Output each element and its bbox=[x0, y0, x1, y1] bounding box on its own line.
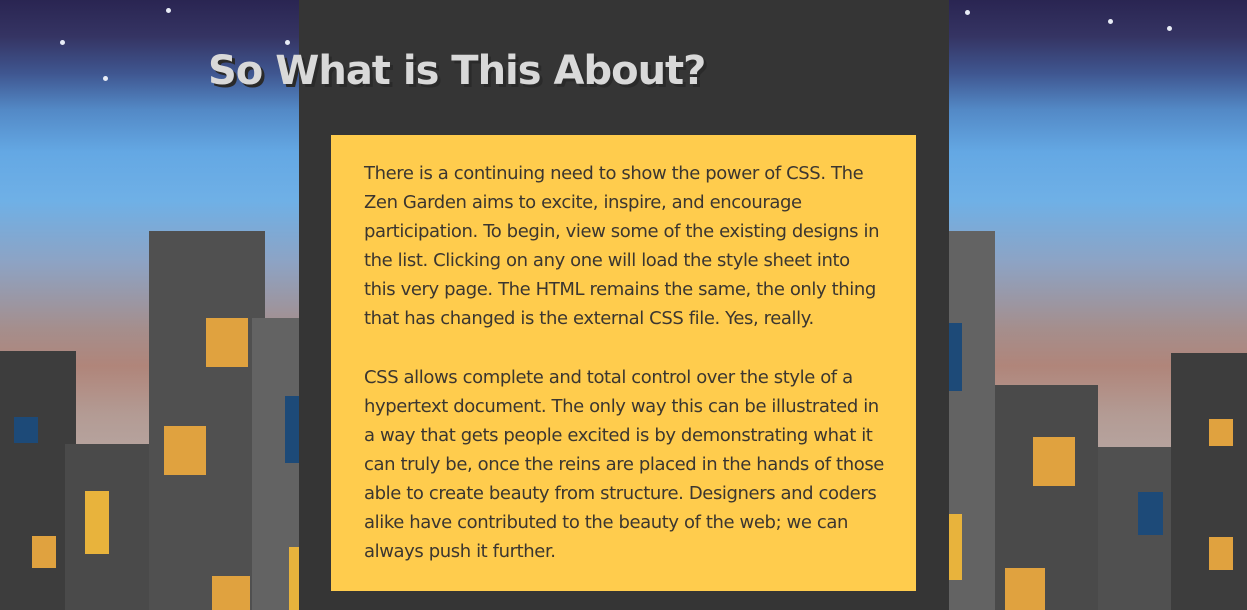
building-window bbox=[1209, 537, 1233, 570]
building-window bbox=[289, 547, 299, 610]
building-window bbox=[1005, 568, 1045, 610]
paragraph: CSS allows complete and total control ov… bbox=[364, 367, 884, 562]
building bbox=[149, 231, 265, 610]
building-window bbox=[206, 318, 248, 367]
building bbox=[1171, 353, 1247, 610]
building-window bbox=[164, 426, 206, 475]
star bbox=[103, 76, 108, 81]
building-window bbox=[1209, 419, 1233, 446]
building-window bbox=[85, 491, 109, 554]
building-window bbox=[285, 396, 299, 463]
star bbox=[285, 40, 290, 45]
explanation-card: There is a continuing need to show the p… bbox=[331, 135, 916, 591]
building bbox=[65, 444, 155, 610]
building-window bbox=[212, 576, 250, 610]
paragraph: There is a continuing need to show the p… bbox=[364, 163, 880, 329]
building-window bbox=[1033, 437, 1075, 486]
building-window bbox=[949, 323, 962, 391]
star bbox=[1167, 26, 1172, 31]
star bbox=[60, 40, 65, 45]
building-window bbox=[14, 417, 38, 443]
star bbox=[166, 8, 171, 13]
building-window bbox=[949, 514, 962, 580]
building-window bbox=[32, 536, 56, 568]
section-heading: So What is This About? bbox=[208, 48, 706, 94]
star bbox=[965, 10, 970, 15]
star bbox=[1108, 19, 1113, 24]
building-window bbox=[1138, 492, 1163, 535]
